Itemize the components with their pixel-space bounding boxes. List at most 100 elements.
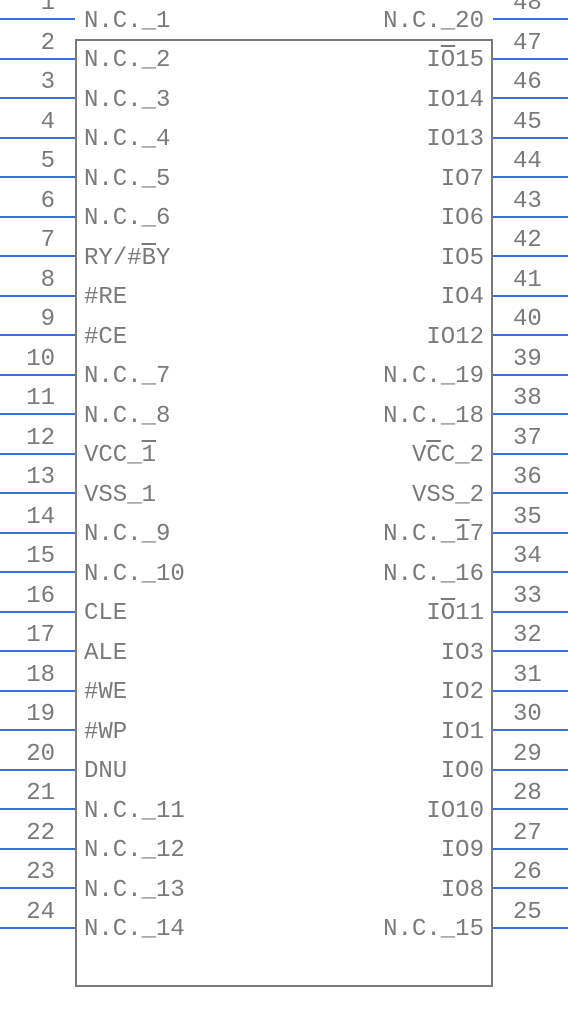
chip-pinout-diagram: 1N.C._12N.C._23N.C._34N.C._45N.C._56N.C.… xyxy=(0,0,568,1012)
pin-label: N.C._12 xyxy=(84,837,185,864)
pin-number: 37 xyxy=(503,425,568,452)
pin-number: 41 xyxy=(503,267,568,294)
pin-label: IO7 xyxy=(441,166,484,193)
pin-lead: 43 xyxy=(493,216,568,218)
pin-lead: 23 xyxy=(0,887,75,889)
pin-lead: 17 xyxy=(0,650,75,652)
pin-lead: 38 xyxy=(493,413,568,415)
pin-number: 20 xyxy=(0,741,65,768)
pin-lead: 33 xyxy=(493,611,568,613)
pin-number: 35 xyxy=(503,504,568,531)
pin-lead: 6 xyxy=(0,216,75,218)
pin-lead: 8 xyxy=(0,295,75,297)
pin-number: 48 xyxy=(503,0,568,17)
pin-number: 43 xyxy=(503,188,568,215)
pin-number: 27 xyxy=(503,820,568,847)
pin-number: 36 xyxy=(503,464,568,491)
pin-number: 34 xyxy=(503,543,568,570)
pin-lead: 16 xyxy=(0,611,75,613)
pin-label: ALE xyxy=(84,640,127,667)
pin-number: 16 xyxy=(0,583,65,610)
pin-lead: 9 xyxy=(0,334,75,336)
pin-lead: 44 xyxy=(493,176,568,178)
pin-label: IO10 xyxy=(426,798,484,825)
pin-number: 44 xyxy=(503,148,568,175)
pin-number: 11 xyxy=(0,385,65,412)
pin-lead: 10 xyxy=(0,374,75,376)
pin-number: 21 xyxy=(0,780,65,807)
pin-number: 22 xyxy=(0,820,65,847)
pin-lead: 1 xyxy=(0,18,75,20)
pin-number: 26 xyxy=(503,859,568,886)
pin-label: N.C._9 xyxy=(84,521,170,548)
pin-lead: 22 xyxy=(0,848,75,850)
pin-lead: 30 xyxy=(493,729,568,731)
pin-number: 33 xyxy=(503,583,568,610)
pin-lead: 13 xyxy=(0,492,75,494)
pin-lead: 37 xyxy=(493,453,568,455)
pin-number: 30 xyxy=(503,701,568,728)
pin-number: 24 xyxy=(0,899,65,926)
pin-lead: 7 xyxy=(0,255,75,257)
pin-label: IO15 xyxy=(426,47,484,74)
pin-number: 2 xyxy=(0,30,65,57)
pin-label: DNU xyxy=(84,758,127,785)
pin-number: 5 xyxy=(0,148,65,175)
pin-number: 15 xyxy=(0,543,65,570)
pin-lead: 4 xyxy=(0,137,75,139)
pin-lead: 47 xyxy=(493,58,568,60)
pin-label: #CE xyxy=(84,324,127,351)
pin-label: IO2 xyxy=(441,679,484,706)
pin-label: IO13 xyxy=(426,126,484,153)
pin-label: #WE xyxy=(84,679,127,706)
pin-number: 3 xyxy=(0,69,65,96)
pin-lead: 48 xyxy=(493,18,568,20)
pin-number: 14 xyxy=(0,504,65,531)
pin-number: 45 xyxy=(503,109,568,136)
pin-label: N.C._19 xyxy=(383,363,484,390)
pin-label: RY/#BY xyxy=(84,245,170,272)
pin-label: N.C._5 xyxy=(84,166,170,193)
pin-lead: 19 xyxy=(0,729,75,731)
pin-label: VCC_2 xyxy=(412,442,484,469)
pin-label: IO6 xyxy=(441,205,484,232)
pin-lead: 28 xyxy=(493,808,568,810)
pin-lead: 20 xyxy=(0,769,75,771)
pin-number: 47 xyxy=(503,30,568,57)
pin-label: #RE xyxy=(84,284,127,311)
pin-lead: 32 xyxy=(493,650,568,652)
pin-lead: 5 xyxy=(0,176,75,178)
pin-number: 8 xyxy=(0,267,65,294)
pin-number: 17 xyxy=(0,622,65,649)
pin-lead: 40 xyxy=(493,334,568,336)
pin-lead: 11 xyxy=(0,413,75,415)
pin-lead: 15 xyxy=(0,571,75,573)
pin-label: N.C._6 xyxy=(84,205,170,232)
pin-label: N.C._15 xyxy=(383,916,484,943)
pin-label: N.C._4 xyxy=(84,126,170,153)
pin-label: VCC_1 xyxy=(84,442,156,469)
pin-label: N.C._13 xyxy=(84,877,185,904)
pin-number: 42 xyxy=(503,227,568,254)
pin-label: IO0 xyxy=(441,758,484,785)
pin-label: IO5 xyxy=(441,245,484,272)
pin-label: N.C._17 xyxy=(383,521,484,548)
pin-label: N.C._14 xyxy=(84,916,185,943)
pin-number: 18 xyxy=(0,662,65,689)
pin-label: N.C._8 xyxy=(84,403,170,430)
pin-lead: 45 xyxy=(493,137,568,139)
pin-label: N.C._10 xyxy=(84,561,185,588)
pin-number: 12 xyxy=(0,425,65,452)
pin-label: N.C._1 xyxy=(84,8,170,35)
pin-label: N.C._18 xyxy=(383,403,484,430)
pin-number: 38 xyxy=(503,385,568,412)
pin-number: 31 xyxy=(503,662,568,689)
pin-label: N.C._7 xyxy=(84,363,170,390)
pin-label: IO4 xyxy=(441,284,484,311)
pin-label: N.C._20 xyxy=(383,8,484,35)
pin-number: 23 xyxy=(0,859,65,886)
pin-lead: 14 xyxy=(0,532,75,534)
pin-number: 1 xyxy=(0,0,65,17)
pin-label: IO14 xyxy=(426,87,484,114)
pin-label: N.C._11 xyxy=(84,798,185,825)
